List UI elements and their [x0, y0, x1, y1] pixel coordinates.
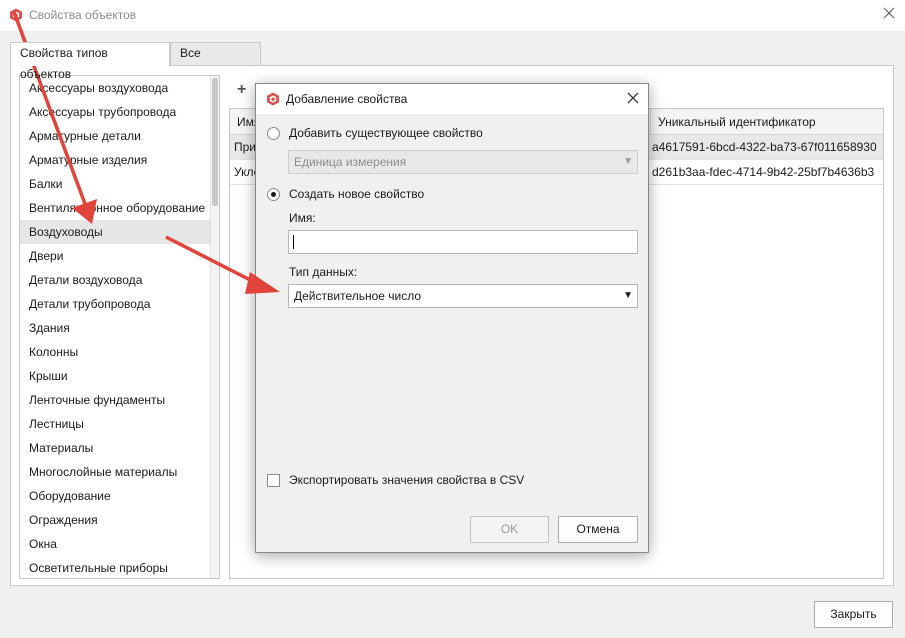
- window-titlebar: Свойства объектов: [0, 0, 905, 31]
- list-item[interactable]: Лестницы: [20, 412, 210, 436]
- dialog-close-icon[interactable]: [627, 92, 639, 104]
- app-logo-icon: [10, 8, 22, 22]
- row-uid: a4617591-6bcd-4322-ba73-67f011658930: [652, 140, 877, 154]
- tab-all-properties[interactable]: Все свойства: [170, 42, 261, 81]
- list-item[interactable]: Детали трубопровода: [20, 292, 210, 316]
- close-button[interactable]: Закрыть: [814, 601, 893, 628]
- column-header-uid[interactable]: Уникальный идентификатор: [650, 109, 884, 135]
- radio-new-label: Создать новое свойство: [289, 187, 425, 201]
- name-label: Имя:: [289, 211, 316, 225]
- app-logo-icon: [267, 92, 279, 106]
- export-csv-label: Экспортировать значения свойства в CSV: [289, 473, 525, 487]
- dialog-titlebar: Добавление свойства: [256, 84, 648, 114]
- datatype-value: Действительное число: [294, 289, 422, 303]
- list-item[interactable]: Крыши: [20, 364, 210, 388]
- tab-type-properties[interactable]: Свойства типов объектов: [10, 42, 170, 81]
- chevron-down-icon: ▼: [623, 156, 633, 167]
- radio-existing-label: Добавить существующее свойство: [289, 126, 483, 140]
- chevron-down-icon: ▼: [623, 290, 633, 301]
- list-item[interactable]: Арматурные изделия: [20, 148, 210, 172]
- radio-new-property[interactable]: [267, 188, 280, 201]
- dialog-title: Добавление свойства: [286, 92, 408, 106]
- list-item[interactable]: Материалы: [20, 436, 210, 460]
- list-item[interactable]: Двери: [20, 244, 210, 268]
- list-scrollbar[interactable]: [210, 76, 219, 578]
- list-item[interactable]: Детали воздуховода: [20, 268, 210, 292]
- list-item[interactable]: Аксессуары трубопровода: [20, 100, 210, 124]
- list-item[interactable]: Здания: [20, 316, 210, 340]
- list-scrollbar-thumb[interactable]: [212, 78, 218, 206]
- list-item[interactable]: Ленточные фундаменты: [20, 388, 210, 412]
- list-item[interactable]: Осветительные приборы: [20, 556, 210, 578]
- cancel-button[interactable]: Отмена: [558, 516, 638, 543]
- add-property-plus-icon[interactable]: +: [237, 82, 246, 98]
- list-item[interactable]: Вентиляционное оборудование: [20, 196, 210, 220]
- text-caret: [293, 235, 294, 249]
- add-property-dialog: Добавление свойства Добавить существующе…: [255, 83, 649, 553]
- object-type-list[interactable]: Аксессуары воздуховода Аксессуары трубоп…: [19, 75, 220, 579]
- datatype-label: Тип данных:: [289, 265, 358, 279]
- list-item[interactable]: Ограждения: [20, 508, 210, 532]
- list-item[interactable]: Многослойные материалы: [20, 460, 210, 484]
- datatype-combo[interactable]: Действительное число ▼: [288, 284, 638, 308]
- list-item[interactable]: Колонны: [20, 340, 210, 364]
- window-title: Свойства объектов: [29, 8, 137, 22]
- list-item[interactable]: Арматурные детали: [20, 124, 210, 148]
- list-item-selected[interactable]: Воздуховоды: [20, 220, 210, 244]
- window-close-icon[interactable]: [882, 6, 896, 20]
- list-item[interactable]: Оборудование: [20, 484, 210, 508]
- row-uid: d261b3aa-fdec-4714-9b42-25bf7b4636b3: [652, 165, 875, 179]
- existing-property-value: Единица измерения: [294, 155, 407, 169]
- radio-existing-property[interactable]: [267, 127, 280, 140]
- name-input[interactable]: [288, 230, 638, 254]
- existing-property-combo: Единица измерения ▼: [288, 150, 638, 174]
- list-item[interactable]: Балки: [20, 172, 210, 196]
- list-item[interactable]: Окна: [20, 532, 210, 556]
- ok-button[interactable]: OK: [470, 516, 549, 543]
- export-csv-checkbox[interactable]: [267, 474, 280, 487]
